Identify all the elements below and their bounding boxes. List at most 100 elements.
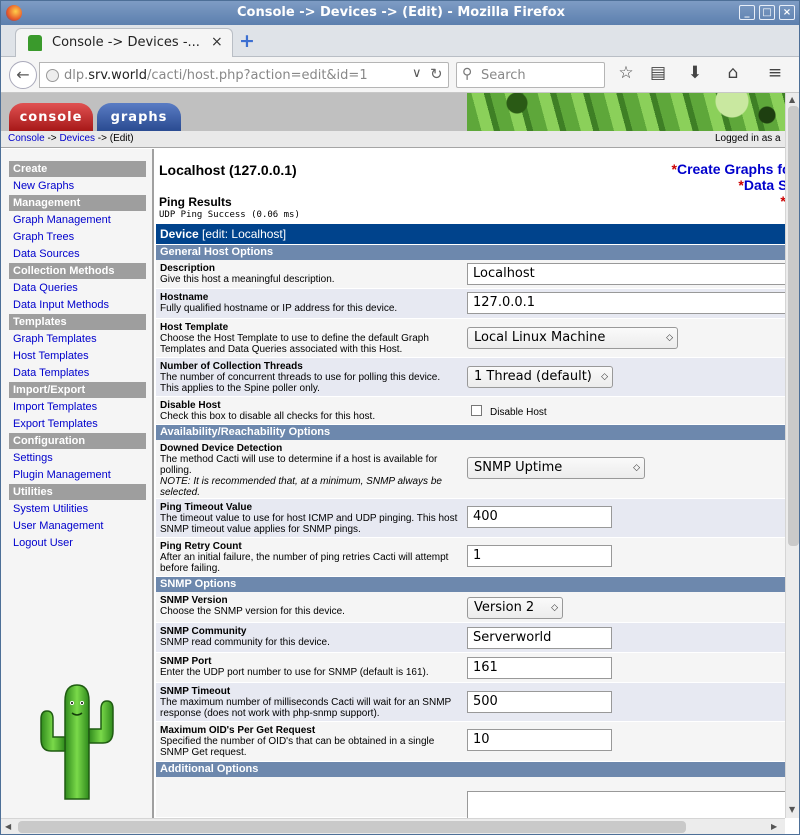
description-label: Description xyxy=(160,263,216,274)
snmp-community-label: SNMP Community xyxy=(160,626,247,637)
url-history-dropdown-icon[interactable]: ∨ xyxy=(412,66,422,81)
ping-retry-field[interactable]: 1 xyxy=(467,545,612,567)
graphs-tab[interactable]: graphs xyxy=(97,103,181,131)
snmp-community-field[interactable]: Serverworld xyxy=(467,627,612,649)
menu-item-logout-user[interactable]: Logout User xyxy=(9,535,146,551)
menu-item-settings[interactable]: Settings xyxy=(9,450,146,466)
downed-help: The method Cacti will use to determine i… xyxy=(160,454,438,476)
url-text: dlp.srv.world/cacti/host.php?action=edit… xyxy=(64,68,368,83)
hostname-help: Fully qualified hostname or IP address f… xyxy=(160,303,398,314)
scroll-up-arrow-icon[interactable]: ▲ xyxy=(789,95,795,104)
window-title: Console -> Devices -> (Edit) - Mozilla F… xyxy=(237,5,565,20)
row-ping-retry: Ping Retry Count After an initial failure… xyxy=(156,538,785,577)
search-input[interactable]: ⚲ Search xyxy=(456,62,605,88)
threads-select[interactable]: 1 Thread (default) ◇ xyxy=(467,366,613,388)
row-notes xyxy=(156,777,785,818)
max-oids-label: Maximum OID's Per Get Request xyxy=(160,725,316,736)
menu-item-plugin-management[interactable]: Plugin Management xyxy=(9,467,146,483)
maximize-button[interactable]: □ xyxy=(759,5,775,20)
reload-icon[interactable]: ↻ xyxy=(430,65,443,83)
breadcrumb-devices-link[interactable]: Devices xyxy=(59,133,95,144)
ping-timeout-field[interactable]: 400 xyxy=(467,506,612,528)
scroll-right-arrow-icon[interactable]: ▶ xyxy=(771,822,777,831)
menu-header-management: Management xyxy=(9,195,146,211)
breadcrumb-separator: -> xyxy=(44,133,60,144)
firefox-logo-icon xyxy=(6,5,22,21)
snmp-port-field[interactable]: 161 xyxy=(467,657,612,679)
menu-header-create: Create xyxy=(9,161,146,177)
downed-label-block: Downed Device Detection The method Cacti … xyxy=(160,443,460,498)
row-downed-detection: Downed Device Detection The method Cacti … xyxy=(156,440,785,499)
disable-host-checkbox[interactable] xyxy=(471,405,482,416)
menu-item-data-templates[interactable]: Data Templates xyxy=(9,365,146,381)
reading-list-icon[interactable]: ▤ xyxy=(648,63,668,85)
bookmark-star-icon[interactable]: ☆ xyxy=(616,63,636,85)
site-info-icon[interactable] xyxy=(46,69,59,82)
search-icon: ⚲ xyxy=(462,66,473,82)
console-tab[interactable]: console xyxy=(9,103,93,131)
select-chevron-icon: ◇ xyxy=(666,333,673,343)
window-titlebar: Console -> Devices -> (Edit) - Mozilla F… xyxy=(1,1,799,25)
breadcrumb: Console -> Devices -> (Edit) xyxy=(8,133,134,144)
menu-header-utilities: Utilities xyxy=(9,484,146,500)
disable-host-checkbox-label[interactable]: Disable Host xyxy=(490,407,547,418)
horizontal-scroll-thumb[interactable] xyxy=(18,821,686,833)
scroll-down-arrow-icon[interactable]: ▼ xyxy=(789,805,795,814)
data-sources-link[interactable]: *Data So xyxy=(656,177,785,193)
hostname-field[interactable]: 127.0.0.1 xyxy=(467,292,785,314)
menu-item-graph-templates[interactable]: Graph Templates xyxy=(9,331,146,347)
menu-item-data-input-methods[interactable]: Data Input Methods xyxy=(9,297,146,313)
row-snmp-version: SNMP Version Choose the SNMP version for … xyxy=(156,592,785,623)
menu-item-export-templates[interactable]: Export Templates xyxy=(9,416,146,432)
menu-item-user-management[interactable]: User Management xyxy=(9,518,146,534)
home-icon[interactable]: ⌂ xyxy=(723,63,743,85)
vertical-scrollbar[interactable]: ▲ ▼ xyxy=(785,93,799,818)
max-oids-field[interactable]: 10 xyxy=(467,729,612,751)
menu-item-import-templates[interactable]: Import Templates xyxy=(9,399,146,415)
menu-item-graph-management[interactable]: Graph Management xyxy=(9,212,146,228)
back-button[interactable]: ← xyxy=(9,61,37,89)
third-action-link[interactable]: *C xyxy=(656,193,785,209)
minimize-button[interactable]: _ xyxy=(739,5,755,20)
tab-close-button[interactable]: × xyxy=(211,34,223,50)
row-description: Description Give this host a meaningful d… xyxy=(156,260,785,289)
url-bar[interactable]: dlp.srv.world/cacti/host.php?action=edit… xyxy=(39,62,449,88)
page-content: console graphs Console -> Devices -> (Ed… xyxy=(1,93,785,818)
create-graphs-link[interactable]: *Create Graphs for xyxy=(656,161,786,177)
host-template-select[interactable]: Local Linux Machine ◇ xyxy=(467,327,678,349)
snmp-version-select[interactable]: Version 2 ◇ xyxy=(467,597,563,619)
browser-tab[interactable]: Console -> Devices -... × xyxy=(15,28,233,57)
row-ping-timeout: Ping Timeout Value The timeout value to u… xyxy=(156,499,785,538)
vertical-scroll-thumb[interactable] xyxy=(788,106,799,546)
close-window-button[interactable]: × xyxy=(779,5,795,20)
description-field[interactable]: Localhost xyxy=(467,263,785,285)
downloads-icon[interactable]: ⬇ xyxy=(685,63,705,85)
create-graphs-label: Create Graphs for xyxy=(676,161,785,177)
menu-item-data-queries[interactable]: Data Queries xyxy=(9,280,146,296)
hamburger-menu-icon[interactable]: ≡ xyxy=(765,63,785,85)
device-header: Device [edit: Localhost] xyxy=(156,224,785,244)
menu-item-host-templates[interactable]: Host Templates xyxy=(9,348,146,364)
breadcrumb-bar: Console -> Devices -> (Edit) Logged in a… xyxy=(1,131,785,148)
scroll-left-arrow-icon[interactable]: ◀ xyxy=(5,822,11,831)
host-title: Localhost (127.0.0.1) xyxy=(159,162,297,178)
menu-item-data-sources[interactable]: Data Sources xyxy=(9,246,146,262)
downed-detection-select[interactable]: SNMP Uptime ◇ xyxy=(467,457,645,479)
snmp-timeout-field[interactable]: 500 xyxy=(467,691,612,713)
horizontal-scrollbar[interactable]: ◀ ▶ xyxy=(1,818,785,834)
breadcrumb-console-link[interactable]: Console xyxy=(8,133,45,144)
host-template-label-block: Host Template Choose the Host Template to… xyxy=(160,322,460,355)
device-header-title: Device xyxy=(160,227,199,241)
cactus-banner-overlay xyxy=(467,93,785,131)
menu-item-system-utilities[interactable]: System Utilities xyxy=(9,501,146,517)
new-tab-button[interactable]: + xyxy=(239,30,255,52)
cacti-favicon-icon xyxy=(28,35,42,51)
notes-textarea[interactable] xyxy=(467,791,785,818)
snmp-community-help: SNMP read community for this device. xyxy=(160,637,330,648)
menu-item-graph-trees[interactable]: Graph Trees xyxy=(9,229,146,245)
menu-item-new-graphs[interactable]: New Graphs xyxy=(9,178,146,194)
snmp-version-help: Choose the SNMP version for this device. xyxy=(160,606,345,617)
ping-retry-label-block: Ping Retry Count After an initial failure… xyxy=(160,541,460,574)
snmp-timeout-label: SNMP Timeout xyxy=(160,686,231,697)
menu-header-import-export: Import/Export xyxy=(9,382,146,398)
